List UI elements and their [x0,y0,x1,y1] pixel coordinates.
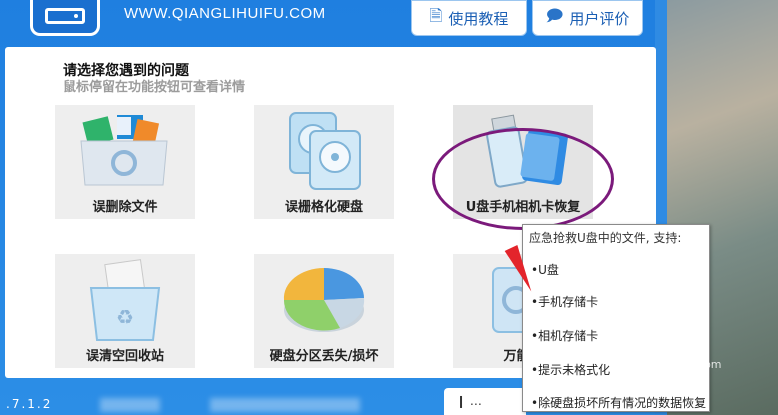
recover-deleted-files-button[interactable]: 误删除文件 [55,105,195,219]
hard-disk-icon [289,112,361,190]
comment-icon: 🗩 [545,5,564,25]
tooltip-item: •U盘 [531,263,559,277]
drive-icon [45,8,85,24]
recycle-bin-icon: ♻ [89,259,161,341]
svg-text:♻: ♻ [116,305,134,329]
tooltip-item: •相机存储卡 [531,329,599,343]
card-label: 误删除文件 [92,200,158,215]
recover-formatted-disk-button[interactable]: 误栅格化硬盘 [254,105,394,219]
highlight-annotation [432,128,614,230]
tooltip-heading: 应急抢救U盘中的文件, 支持: [529,231,682,245]
card-label: 误栅格化硬盘 [284,200,363,215]
recover-recycle-bin-button[interactable]: ♻ 误清空回收站 [55,254,195,368]
blurred-text [210,398,360,412]
tooltip-item: •提示未格式化 [531,363,611,377]
tooltip-item: •手机存储卡 [531,295,599,309]
recover-partition-button[interactable]: 硬盘分区丢失/损坏 [254,254,394,368]
baidu-watermark: Bai 经验 [604,330,687,354]
review-button[interactable]: 🗩 用户评价 [532,0,643,36]
site-url: WWW.QIANGLIHUIFU.COM [124,5,326,22]
page-subtitle: 鼠标停留在功能按钮可查看详情 [63,80,246,95]
review-label: 用户评价 [569,9,630,28]
version-label: .7.1.2 [6,397,53,411]
tutorial-button[interactable]: 🗎 使用教程 [411,0,527,36]
pie-chart-icon [283,267,365,332]
tutorial-label: 使用教程 [448,9,509,28]
app-logo [30,0,100,36]
tooltip: 应急抢救U盘中的文件, 支持: •U盘 •手机存储卡 •相机存储卡 •提示未格式… [522,224,710,412]
blurred-text [100,398,160,412]
folder-recover-icon [80,115,168,186]
bottom-button[interactable]: ❙ … [444,388,526,415]
watermark-url: jingyan.baidu.com [620,358,722,371]
card-label: 硬盘分区丢失/损坏 [269,349,379,364]
tooltip-item: •除硬盘损坏所有情况的数据恢复 [531,396,707,410]
card-label: 误清空回收站 [85,349,164,364]
document-icon: 🗎 [429,5,443,25]
